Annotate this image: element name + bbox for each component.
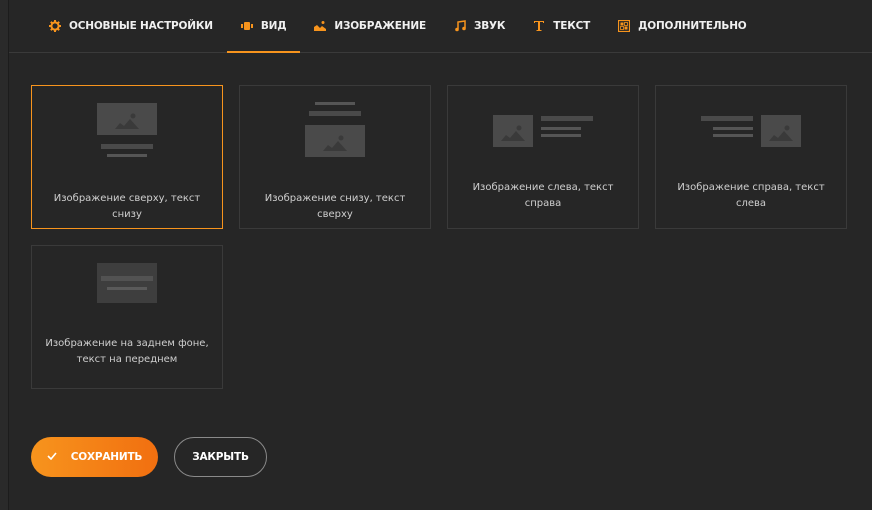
- text-placeholder: [107, 287, 147, 290]
- text-placeholder: [701, 116, 753, 121]
- tab-sound[interactable]: Звук: [440, 0, 519, 52]
- layout-option-label: Изображение сверху, текст снизу: [53, 193, 201, 220]
- text-placeholder: [713, 134, 753, 137]
- image-placeholder-icon: [97, 103, 157, 135]
- layout-icon: [240, 20, 253, 32]
- grid-icon: [618, 20, 631, 32]
- text-placeholder: [315, 102, 355, 105]
- tab-text[interactable]: Текст: [519, 0, 604, 52]
- tab-advanced[interactable]: Дополнительно: [604, 0, 760, 52]
- image-placeholder-icon: [97, 263, 157, 303]
- layout-option-label: Изображение слева, текст справа: [472, 182, 614, 209]
- layout-option-label: Изображение на заднем фоне, текст на пер…: [45, 338, 209, 365]
- image-icon: [314, 20, 327, 32]
- text-placeholder: [541, 127, 581, 130]
- layout-option-image-background[interactable]: Изображение на заднем фоне, текст на пер…: [31, 245, 223, 389]
- save-button[interactable]: СОХРАНИТЬ: [31, 437, 158, 477]
- tab-label: Звук: [473, 20, 506, 32]
- tab-general-settings[interactable]: Основные настройки: [35, 0, 227, 52]
- layout-option-label: Изображение справа, текст слева: [677, 182, 825, 209]
- text-placeholder: [541, 134, 581, 137]
- gear-icon: [49, 20, 61, 32]
- tab-view[interactable]: Вид: [226, 0, 301, 53]
- tab-label: Основные настройки: [69, 20, 213, 32]
- layout-option-image-right[interactable]: Изображение справа, текст слева: [655, 85, 847, 229]
- text-placeholder: [541, 116, 593, 121]
- tab-label: Дополнительно: [638, 20, 747, 32]
- tab-image[interactable]: Изображение: [300, 0, 440, 52]
- save-button-label: СОХРАНИТЬ: [70, 451, 143, 463]
- tab-label: Изображение: [334, 20, 426, 32]
- image-placeholder-icon: [305, 125, 365, 157]
- settings-panel: Основные настройки Вид Изображение Звук …: [8, 0, 872, 510]
- text-placeholder: [309, 111, 361, 116]
- music-note-icon: [454, 20, 466, 32]
- close-button[interactable]: ЗАКРЫТЬ: [174, 437, 267, 477]
- check-icon: [47, 451, 57, 463]
- layout-option-image-bottom[interactable]: Изображение снизу, текст сверху: [239, 85, 431, 229]
- text-placeholder: [101, 276, 153, 281]
- layout-option-image-top[interactable]: Изображение сверху, текст снизу: [31, 85, 223, 229]
- text-placeholder: [713, 127, 753, 130]
- close-button-label: ЗАКРЫТЬ: [192, 451, 249, 463]
- tab-bar: Основные настройки Вид Изображение Звук …: [9, 0, 872, 53]
- text-icon: [533, 20, 545, 32]
- text-placeholder: [101, 144, 153, 149]
- layout-option-label: Изображение снизу, текст сверху: [264, 193, 406, 220]
- text-placeholder: [107, 154, 147, 157]
- tab-label: Текст: [553, 20, 591, 32]
- tab-label: Вид: [260, 20, 287, 32]
- layout-option-image-left[interactable]: Изображение слева, текст справа: [447, 85, 639, 229]
- image-placeholder-icon: [761, 115, 801, 147]
- image-placeholder-icon: [493, 115, 533, 147]
